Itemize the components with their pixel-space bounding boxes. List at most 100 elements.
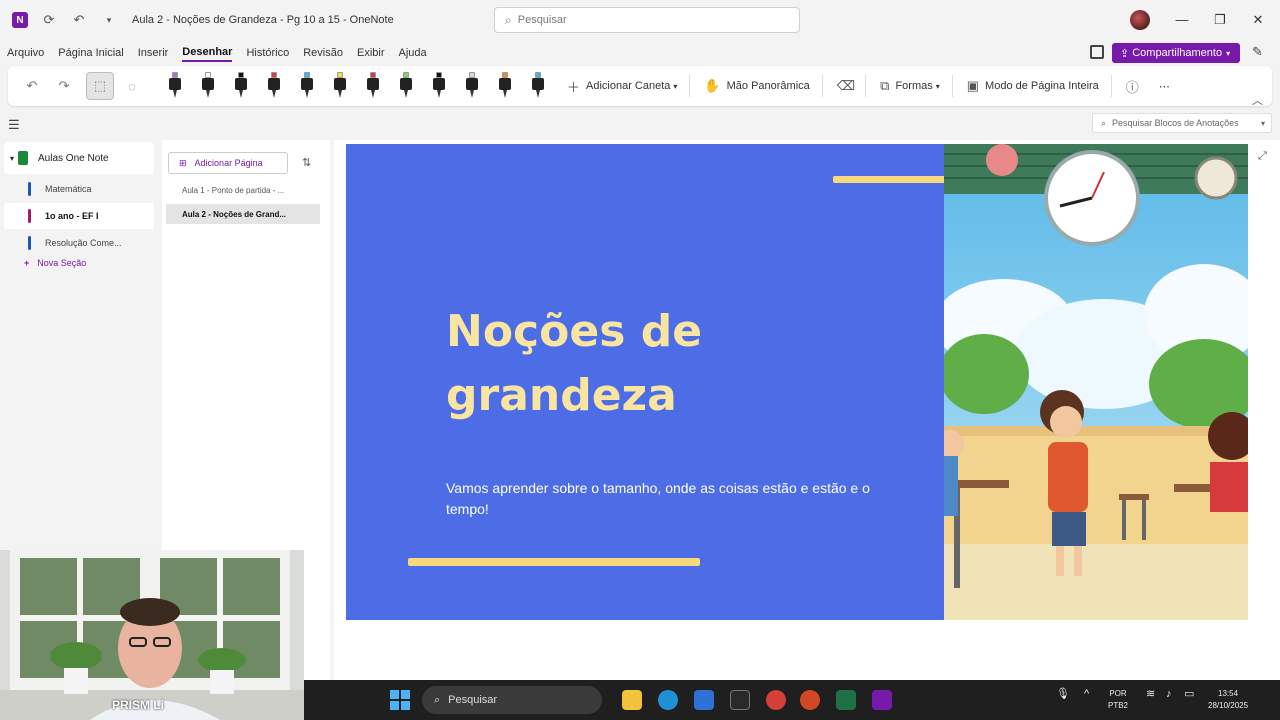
pen-icon[interactable] xyxy=(366,72,380,100)
help-icon: ⓘ xyxy=(1125,79,1139,95)
ribbon-divider xyxy=(951,75,953,97)
shapes-icon: ⧉ xyxy=(880,78,890,93)
add-pen-label: Adicionar Caneta xyxy=(586,80,671,92)
collapse-ribbon-icon[interactable]: ︿ xyxy=(1252,92,1263,108)
file-explorer-icon[interactable] xyxy=(622,690,642,710)
section-item[interactable]: 1o ano - EF I xyxy=(4,203,154,229)
pen-icon[interactable] xyxy=(498,72,512,100)
menu-tab[interactable]: Desenhar xyxy=(182,46,233,62)
pen-icon[interactable] xyxy=(333,72,347,100)
chevron-down-icon: ▾ xyxy=(935,81,940,91)
user-avatar[interactable] xyxy=(1130,10,1150,30)
full-page-icon: ▣ xyxy=(966,78,980,93)
full-page-view-button[interactable]: ▣ Modo de Página Inteira xyxy=(967,78,1099,94)
section-item[interactable]: Matemática xyxy=(4,176,154,202)
search-icon: ⌕ xyxy=(434,693,441,706)
notebook-name: Aulas One Note xyxy=(38,152,109,164)
customize-dropdown-icon[interactable]: ▾ xyxy=(100,11,118,29)
search-notebooks-input[interactable]: ⌕ Pesquisar Blocos de Anotações ▾ xyxy=(1092,113,1272,133)
eraser-button[interactable]: ⌫ xyxy=(837,78,861,94)
undo-icon[interactable]: ↶ xyxy=(70,11,88,29)
shapes-button[interactable]: ⧉ Formas ▾ xyxy=(880,78,940,94)
section-color-tab xyxy=(28,236,31,250)
chrome-icon[interactable] xyxy=(766,690,786,710)
search-input[interactable]: ⌕ Pesquisar xyxy=(494,7,800,33)
pen-icon[interactable] xyxy=(465,72,479,100)
menu-tab[interactable]: Exibir xyxy=(357,47,385,61)
page-item[interactable]: Aula 2 - Noções de Grand... xyxy=(166,204,320,224)
embedded-slide[interactable]: Noções de grandeza Vamos aprender sobre … xyxy=(346,144,1248,620)
microphone-icon[interactable]: 🎙 xyxy=(1056,688,1070,700)
menu-tab[interactable]: Histórico xyxy=(246,47,289,61)
terminal-icon[interactable] xyxy=(730,690,750,710)
share-icon: ⇪ xyxy=(1120,47,1130,60)
pen-icon[interactable] xyxy=(234,72,248,100)
section-item[interactable]: Resolução Come... xyxy=(4,230,154,256)
chevron-down-icon: ▾ xyxy=(1260,118,1265,128)
volume-icon[interactable]: ♪ xyxy=(1166,688,1172,700)
new-section-button[interactable]: + Nova Seção xyxy=(24,258,158,268)
decorative-bar-bottom xyxy=(408,558,700,566)
add-pen-button[interactable]: ＋ Adicionar Caneta ▾ xyxy=(567,77,677,96)
pen-icon[interactable] xyxy=(399,72,413,100)
comment-icon[interactable]: ✎ xyxy=(1252,44,1263,60)
chevron-down-icon: ▾ xyxy=(673,81,678,91)
section-label: 1o ano - EF I xyxy=(45,211,99,221)
full-page-label: Modo de Página Inteira xyxy=(985,80,1099,92)
sync-icon[interactable]: ⟳ xyxy=(40,11,58,29)
help-button[interactable]: ⓘ xyxy=(1126,77,1145,96)
ribbon-divider xyxy=(821,75,823,97)
minimize-button[interactable]: — xyxy=(1172,10,1192,30)
clock[interactable]: 13:54 28/10/2025 xyxy=(1208,688,1248,712)
search-icon: ⌕ xyxy=(1101,117,1107,128)
select-tool-icon[interactable]: ⬚ xyxy=(86,72,114,100)
store-icon[interactable] xyxy=(694,690,714,710)
sections-panel: ▾ Aulas One Note Matemática 1o ano - EF I… xyxy=(0,140,158,550)
clock-time: 13:54 xyxy=(1218,689,1239,698)
ribbon-redo-icon[interactable]: ↷ xyxy=(50,72,78,100)
navigation-menu-icon[interactable]: ☰ xyxy=(8,117,20,133)
chevron-down-icon: ▾ xyxy=(1226,48,1231,58)
maximize-button[interactable]: ❐ xyxy=(1210,10,1230,30)
more-options-button[interactable]: ⋯ xyxy=(1159,80,1170,93)
add-page-button[interactable]: ⊞ Adicionar Página xyxy=(168,152,288,174)
notebook-selector[interactable]: ▾ Aulas One Note xyxy=(4,142,154,174)
powerpoint-icon[interactable] xyxy=(800,690,820,710)
ribbon-divider xyxy=(1110,75,1112,97)
close-button[interactable]: ✕ xyxy=(1248,10,1268,30)
sticky-notes-icon[interactable] xyxy=(1090,45,1104,59)
page-item[interactable]: Aula 1 - Ponto de partida - ... xyxy=(166,180,320,200)
pan-hand-button[interactable]: ✋ Mão Panorâmica xyxy=(704,78,809,94)
pen-icon[interactable] xyxy=(432,72,446,100)
pen-icon[interactable] xyxy=(267,72,281,100)
edge-browser-icon[interactable] xyxy=(658,690,678,710)
menu-tab[interactable]: Ajuda xyxy=(399,47,427,61)
ribbon-undo-icon[interactable]: ↶ xyxy=(18,72,46,100)
excel-icon[interactable] xyxy=(836,690,856,710)
document-title: Aula 2 - Noções de Grandeza - Pg 10 a 15… xyxy=(132,14,394,26)
menu-tab[interactable]: Revisão xyxy=(303,47,343,61)
windows-start-icon[interactable] xyxy=(390,690,410,710)
pen-icon[interactable] xyxy=(531,72,545,100)
hand-icon: ✋ xyxy=(704,78,721,93)
language-indicator[interactable]: POR PTB2 xyxy=(1108,688,1128,712)
wifi-icon[interactable]: ≋ xyxy=(1146,688,1155,700)
pen-icon[interactable] xyxy=(201,72,215,100)
menu-tab[interactable]: Inserir xyxy=(138,47,169,61)
share-button[interactable]: ⇪ Compartilhamento ▾ xyxy=(1112,43,1240,63)
taskbar-search-input[interactable]: ⌕ Pesquisar xyxy=(422,686,602,714)
eraser-icon: ⌫ xyxy=(836,78,856,93)
menu-tab[interactable]: Arquivo xyxy=(7,47,44,61)
menu-tab[interactable]: Página Inicial xyxy=(58,47,123,61)
lasso-select-icon[interactable]: ◌ xyxy=(118,72,146,100)
draw-ribbon: ↶ ↷ ⬚ ◌ ＋ Adicionar Caneta ▾ ✋ Mão Panor… xyxy=(8,66,1272,106)
plus-icon: ＋ xyxy=(567,79,581,95)
battery-icon[interactable]: ▭ xyxy=(1184,688,1194,700)
onenote-taskbar-icon[interactable] xyxy=(872,690,892,710)
pen-icon[interactable] xyxy=(168,72,182,100)
expand-icon[interactable]: ⤢ xyxy=(1258,150,1267,163)
chevron-up-icon[interactable]: ^ xyxy=(1084,688,1089,700)
sort-icon[interactable]: ⇅ xyxy=(302,156,311,169)
search-placeholder: Pesquisar xyxy=(517,14,567,26)
pen-icon[interactable] xyxy=(300,72,314,100)
